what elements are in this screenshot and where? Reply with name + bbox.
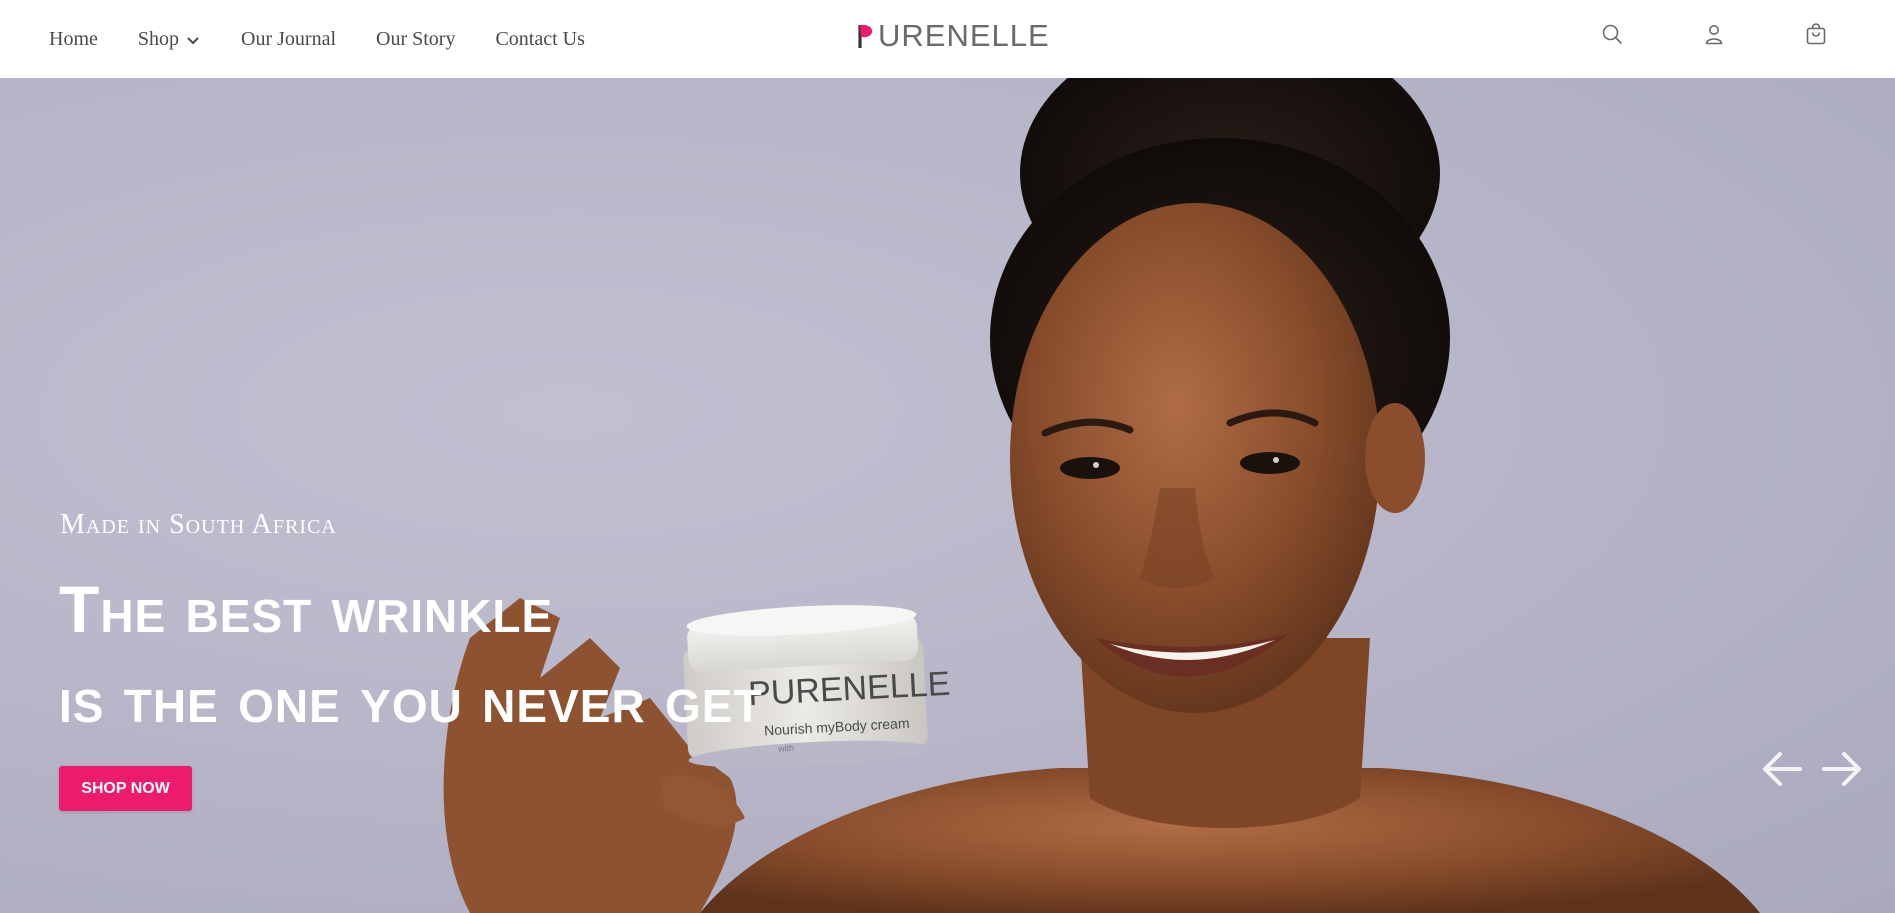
nav-our-story-label: Our Story: [376, 27, 456, 50]
nav-our-story[interactable]: Our Story: [376, 28, 455, 51]
nav-home[interactable]: Home: [49, 28, 98, 51]
hero-banner: PURENELLE Nourish myBody cream with Made…: [0, 78, 1895, 913]
chevron-down-icon: [185, 31, 201, 47]
search-icon[interactable]: [1600, 22, 1624, 46]
slider-arrows: [1745, 746, 1865, 792]
main-nav: Home Shop Our Journal Our Story Contact …: [49, 0, 625, 78]
hero-headline-line-1: The best wrinkle: [59, 572, 554, 646]
hero-content: Made in South Africa The best wrinkle is…: [59, 508, 959, 811]
site-header: Home Shop Our Journal Our Story Contact …: [0, 0, 1895, 78]
hero-subtitle: Made in South Africa: [60, 509, 337, 540]
logo-text: URENELLE: [878, 18, 1050, 53]
nav-our-journal-label: Our Journal: [241, 27, 336, 50]
hero-headline: The best wrinkle is the one you never ge…: [59, 564, 959, 744]
logo-p-icon: [858, 24, 873, 48]
hero-headline-line-2: is the one you never get: [59, 662, 763, 736]
ear-shape: [1365, 403, 1425, 513]
nav-home-label: Home: [49, 27, 98, 50]
cart-icon[interactable]: [1804, 22, 1828, 46]
nav-our-journal[interactable]: Our Journal: [241, 28, 336, 51]
arrow-right-icon[interactable]: [1819, 746, 1865, 792]
face-shape: [1010, 203, 1380, 713]
shop-now-button[interactable]: SHOP NOW: [59, 766, 192, 811]
account-icon[interactable]: [1702, 22, 1726, 46]
arrow-left-icon[interactable]: [1759, 746, 1805, 792]
nav-contact-us[interactable]: Contact Us: [495, 28, 584, 51]
header-icons: [1600, 22, 1828, 46]
nav-contact-us-label: Contact Us: [495, 27, 585, 50]
brand-logo[interactable]: URENELLE: [858, 18, 1050, 54]
nav-shop[interactable]: Shop: [138, 28, 201, 51]
nav-shop-label: Shop: [137, 27, 180, 50]
